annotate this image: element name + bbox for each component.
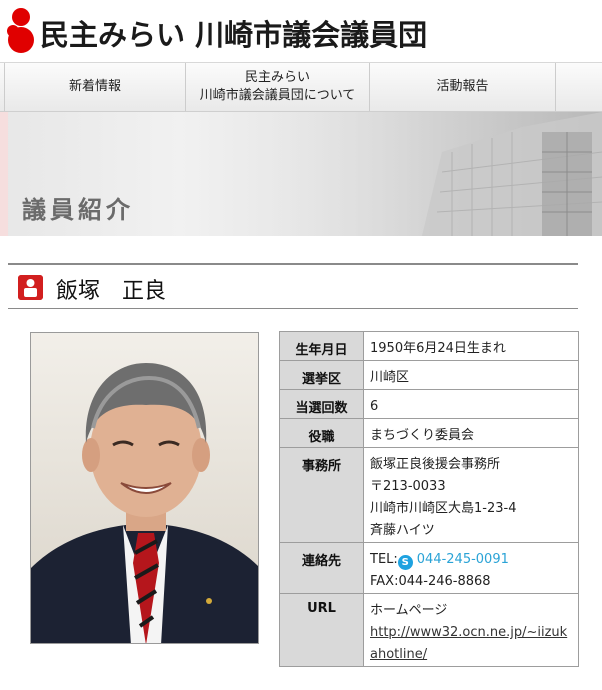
- profile-value: TEL: S 044-245-0091 FAX:044-246-8868: [363, 542, 579, 594]
- profile-label: 連絡先: [279, 542, 364, 594]
- banner-stripe: [0, 112, 8, 236]
- homepage-link[interactable]: http://www32.ocn.ne.jp/~iizukahotline/: [370, 625, 567, 662]
- profile-row-terms: 当選回数 6: [279, 389, 579, 419]
- member-name-bar: 飯塚 正良: [8, 263, 578, 309]
- member-photo: [30, 332, 259, 644]
- profile-row-district: 選挙区 川崎区: [279, 360, 579, 390]
- site-header: 民主みらい 川崎市議会議員団: [0, 0, 602, 62]
- profile-label: 事務所: [279, 447, 364, 543]
- nav-item-label-line1: 民主みらい: [244, 70, 310, 85]
- skype-icon[interactable]: S: [397, 555, 413, 570]
- phone-link[interactable]: 044-245-0091: [417, 552, 509, 567]
- profile-label: URL: [279, 593, 364, 667]
- office-building: 斉藤ハイツ: [370, 523, 435, 538]
- page-heading: 議員紹介: [22, 196, 134, 224]
- main-nav: 新着情報 民主みらい 川崎市議会議員団について 活動報告: [0, 62, 602, 112]
- profile-row-contact: 連絡先 TEL: S 044-245-0091 FAX:044-246-8868: [279, 542, 579, 594]
- portrait-image: [31, 333, 258, 643]
- nav-item-label: 活動報告: [436, 79, 489, 94]
- nav-item-activity[interactable]: 活動報告: [370, 63, 556, 111]
- party-logo-icon[interactable]: [5, 7, 37, 55]
- profile-label: 当選回数: [279, 389, 364, 419]
- profile-value: 6: [363, 389, 579, 419]
- office-name: 飯塚正良後援会事務所: [370, 457, 501, 472]
- nav-item-news[interactable]: 新着情報: [4, 63, 186, 111]
- person-icon: [18, 275, 43, 300]
- homepage-label: ホームページ: [370, 603, 448, 618]
- page-banner: 議員紹介: [0, 112, 602, 236]
- tel-label: TEL:: [370, 552, 398, 567]
- member-name: 飯塚 正良: [56, 279, 167, 304]
- profile-row-position: 役職 まちづくり委員会: [279, 418, 579, 448]
- profile-label: 生年月日: [279, 331, 364, 361]
- profile-value: まちづくり委員会: [363, 418, 579, 448]
- office-postal-code: 〒213-0033: [370, 479, 446, 494]
- tel-line: TEL: S 044-245-0091: [370, 549, 572, 571]
- profile-row-birthdate: 生年月日 1950年6月24日生まれ: [279, 331, 579, 361]
- nav-item-label-line2: 川崎市議会議員団について: [199, 88, 356, 103]
- nav-item-about[interactable]: 民主みらい 川崎市議会議員団について: [186, 63, 370, 111]
- profile-row-office: 事務所 飯塚正良後援会事務所 〒213-0033 川崎市川崎区大島1-23-4 …: [279, 447, 579, 543]
- profile-value: ホームページ http://www32.ocn.ne.jp/~iizukahot…: [363, 593, 579, 667]
- profile-value: 川崎区: [363, 360, 579, 390]
- profile-table: 生年月日 1950年6月24日生まれ 選挙区 川崎区 当選回数 6 役職 まちづ…: [279, 331, 579, 667]
- profile-value: 1950年6月24日生まれ: [363, 331, 579, 361]
- profile-label: 役職: [279, 418, 364, 448]
- site-title[interactable]: 民主みらい 川崎市議会議員団: [40, 12, 427, 54]
- fax-line: FAX:044-246-8868: [370, 574, 491, 589]
- office-address: 川崎市川崎区大島1-23-4: [370, 501, 517, 516]
- profile-label: 選挙区: [279, 360, 364, 390]
- building-image: [272, 112, 602, 236]
- nav-item-label: 新着情報: [68, 79, 121, 94]
- profile-row-url: URL ホームページ http://www32.ocn.ne.jp/~iizuk…: [279, 593, 579, 667]
- profile-value: 飯塚正良後援会事務所 〒213-0033 川崎市川崎区大島1-23-4 斉藤ハイ…: [363, 447, 579, 543]
